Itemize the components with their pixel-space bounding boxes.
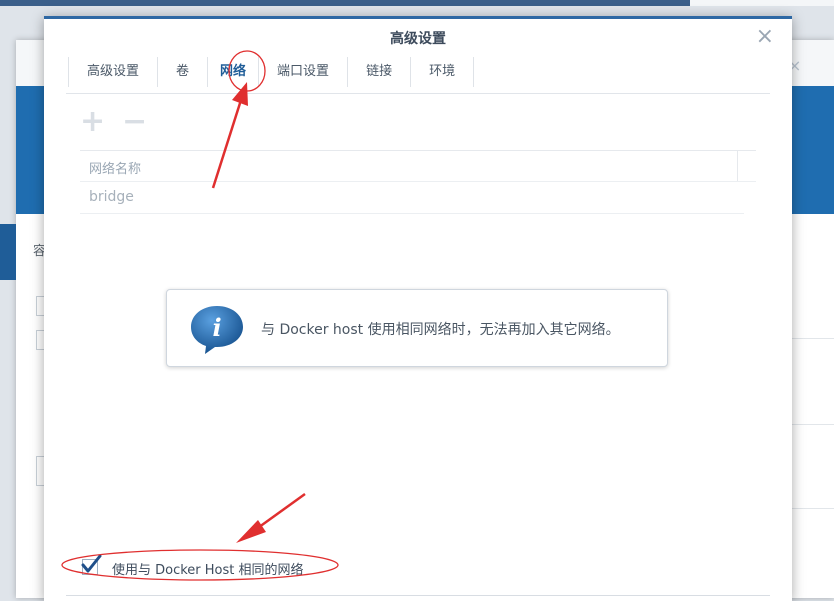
network-table-header: 网络名称	[80, 150, 756, 182]
info-icon: i	[191, 306, 243, 354]
background-divider	[792, 508, 834, 509]
tab-port-settings[interactable]: 端口设置	[258, 57, 347, 87]
tab-environment[interactable]: 环境	[410, 57, 475, 87]
column-separator	[737, 151, 738, 181]
info-message-box: i 与 Docker host 使用相同网络时，无法再加入其它网络。	[166, 289, 668, 367]
column-header-network-name[interactable]: 网络名称	[89, 158, 141, 177]
checkmark-icon	[81, 554, 102, 573]
background-divider	[792, 338, 834, 339]
dialog-title: 高级设置	[390, 31, 446, 47]
tab-advanced-settings[interactable]: 高级设置	[68, 57, 157, 87]
background-side-band	[0, 224, 16, 280]
checkbox-label: 使用与 Docker Host 相同的网络	[112, 563, 304, 578]
add-network-button[interactable]: +	[80, 105, 105, 139]
tab-network[interactable]: 网络	[207, 57, 258, 87]
tab-bar: 高级设置 卷 网络 端口设置 链接 环境	[68, 57, 475, 87]
background-title-bar-right	[690, 0, 834, 6]
remove-network-button[interactable]: −	[122, 105, 147, 139]
tab-volume[interactable]: 卷	[157, 57, 207, 87]
table-row[interactable]: bridge	[80, 181, 744, 214]
info-icon-letter: i	[212, 313, 221, 342]
network-name-cell: bridge	[89, 189, 134, 205]
background-divider	[792, 424, 834, 425]
footer-divider	[66, 595, 770, 596]
background-title-bar	[0, 0, 834, 6]
advanced-settings-dialog: 高级设置 × 高级设置 卷 网络 端口设置 链接 环境 + − 网络名称 bri…	[44, 16, 792, 601]
tab-divider	[66, 93, 770, 94]
close-icon[interactable]: ×	[756, 25, 774, 49]
info-message-text: 与 Docker host 使用相同网络时，无法再加入其它网络。	[261, 322, 620, 338]
tab-links[interactable]: 链接	[347, 57, 410, 87]
